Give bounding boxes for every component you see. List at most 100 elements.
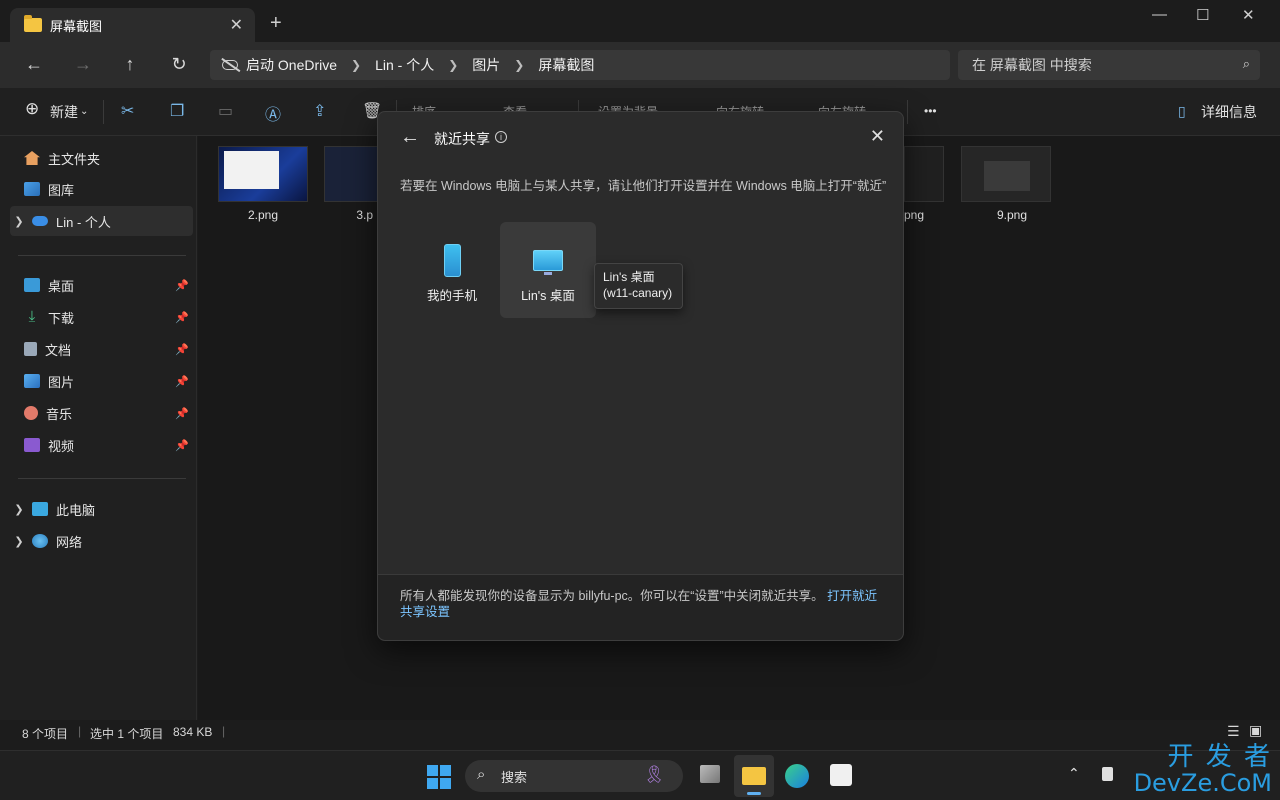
- back-arrow-icon[interactable]: ←: [400, 126, 420, 149]
- file-thumbnail[interactable]: [904, 146, 944, 202]
- sidebar-item-home[interactable]: 主文件夹: [10, 143, 193, 173]
- rename-icon[interactable]: Ⓐ: [265, 101, 281, 125]
- sidebar-item-desktop[interactable]: 桌面 📌: [10, 270, 193, 300]
- forward-button[interactable]: →: [69, 52, 97, 76]
- sidebar-item-gallery[interactable]: 图库: [10, 174, 193, 204]
- task-view-icon[interactable]: [700, 765, 720, 783]
- details-button[interactable]: 详细信息: [1201, 102, 1257, 122]
- file-name[interactable]: 2.png: [213, 208, 313, 222]
- cut-icon[interactable]: ✂: [121, 101, 134, 121]
- taskbar-search[interactable]: ⌕ 搜索 🎗: [465, 760, 683, 792]
- device-icon[interactable]: [1102, 767, 1113, 781]
- chevron-right-icon[interactable]: ❯: [10, 503, 28, 516]
- chevron-up-icon[interactable]: ⌃: [1068, 765, 1080, 782]
- file-thumbnail[interactable]: [218, 146, 308, 202]
- device-label: 我的手机: [426, 289, 477, 303]
- file-thumbnail[interactable]: [324, 146, 378, 202]
- maximize-button[interactable]: ☐: [1196, 6, 1209, 24]
- sidebar-item-pictures[interactable]: 图片 📌: [10, 366, 193, 396]
- sidebar-item-label: 音乐: [46, 406, 73, 422]
- divider: [18, 255, 186, 256]
- info-icon[interactable]: i: [495, 131, 507, 143]
- chevron-right-icon[interactable]: ❯: [10, 535, 28, 548]
- file-thumbnail[interactable]: [961, 146, 1051, 202]
- store-icon[interactable]: [830, 764, 852, 786]
- thumbnail-window: [224, 151, 279, 189]
- navigation-bar: ← → ↑ ↻ 启动 OneDrive ❯ Lin - 个人 ❯ 图片 ❯ 屏幕…: [0, 42, 1280, 88]
- sidebar-item-music[interactable]: 音乐 📌: [10, 398, 193, 428]
- tab-close-icon[interactable]: ✕: [230, 15, 243, 35]
- sidebar-item-onedrive[interactable]: ❯ Lin - 个人: [10, 206, 193, 236]
- back-button[interactable]: ←: [20, 52, 48, 76]
- selected-size: 834 KB: [173, 725, 213, 739]
- taskbar-file-explorer[interactable]: [734, 755, 774, 797]
- device-lin-desktop[interactable]: Lin's 桌面: [500, 222, 596, 318]
- file-name[interactable]: 3.p: [319, 208, 373, 222]
- chevron-right-icon[interactable]: ❯: [351, 58, 361, 72]
- pin-icon[interactable]: 📌: [175, 311, 189, 324]
- cloud-off-icon: [222, 60, 238, 70]
- sidebar-item-videos[interactable]: 视频 📌: [10, 430, 193, 460]
- sidebar-item-label: 下载: [48, 310, 75, 326]
- minimize-button[interactable]: —: [1152, 6, 1167, 23]
- edge-browser-icon[interactable]: [785, 764, 809, 788]
- details-pane-icon[interactable]: ▯: [1178, 103, 1186, 120]
- sidebar-item-downloads[interactable]: ⤓ 下载 📌: [10, 302, 193, 332]
- pin-icon[interactable]: 📌: [175, 375, 189, 388]
- device-tooltip: Lin's 桌面 (w11-canary): [594, 263, 683, 309]
- footer-text: 所有人都能发现你的设备显示为 billyfu-pc。你可以在“设置”中关闭就近共…: [400, 589, 824, 603]
- download-icon: ⤓: [28, 308, 36, 325]
- folder-icon: [742, 767, 766, 785]
- network-icon: [32, 534, 48, 548]
- new-button[interactable]: 新建: [50, 102, 78, 122]
- device-my-phone[interactable]: 我的手机: [404, 222, 500, 318]
- dialog-title: 就近共享: [434, 131, 490, 147]
- ribbon-icon: 🎗: [643, 765, 665, 784]
- copy-icon[interactable]: ❐: [170, 101, 184, 121]
- breadcrumb-onedrive[interactable]: 启动 OneDrive: [246, 55, 337, 75]
- video-icon: [24, 438, 40, 452]
- new-tab-button[interactable]: +: [270, 12, 282, 35]
- tiles-view-icon[interactable]: ▣: [1249, 722, 1262, 739]
- more-options-button[interactable]: •••: [924, 104, 937, 118]
- paste-icon[interactable]: ▭: [218, 101, 233, 121]
- new-plus-icon[interactable]: ⊕: [25, 99, 39, 119]
- nearby-share-dialog: ← 就近共享 i ✕ 若要在 Windows 电脑上与某人共享，请让他们打开设置…: [377, 111, 904, 641]
- status-bar: 8 个项目 | 选中 1 个项目 834 KB | ☰ ▣: [0, 720, 1280, 746]
- sidebar-item-label: 主文件夹: [48, 151, 101, 167]
- address-bar[interactable]: 启动 OneDrive ❯ Lin - 个人 ❯ 图片 ❯ 屏幕截图: [210, 50, 950, 80]
- file-name[interactable]: 9.png: [962, 208, 1062, 222]
- pin-icon[interactable]: 📌: [175, 439, 189, 452]
- close-icon[interactable]: ✕: [870, 126, 885, 147]
- chevron-right-icon[interactable]: ❯: [10, 215, 28, 228]
- windows-logo-tile: [440, 778, 451, 789]
- search-input[interactable]: 在 屏幕截图 中搜索 ⌕: [958, 50, 1260, 80]
- breadcrumb-screenshots[interactable]: 屏幕截图: [538, 55, 594, 75]
- tab-screenshots[interactable]: 屏幕截图 ✕: [10, 8, 255, 42]
- pictures-icon: [24, 374, 40, 388]
- tooltip-line: Lin's 桌面: [603, 270, 655, 284]
- sidebar-item-network[interactable]: ❯ 网络: [10, 526, 193, 556]
- watermark-logo: 开 发 者 DevZe.CoM: [1134, 744, 1272, 796]
- details-view-icon[interactable]: ☰: [1227, 723, 1240, 740]
- pin-icon[interactable]: 📌: [175, 279, 189, 292]
- refresh-button[interactable]: ↻: [165, 52, 193, 76]
- sidebar-item-documents[interactable]: 文档 📌: [10, 334, 193, 364]
- breadcrumb-lin[interactable]: Lin - 个人: [375, 55, 434, 75]
- breadcrumb-pictures[interactable]: 图片: [472, 55, 500, 75]
- pin-icon[interactable]: 📌: [175, 343, 189, 356]
- search-icon: ⌕: [1242, 56, 1250, 71]
- share-icon[interactable]: ⇪: [313, 101, 326, 121]
- up-button[interactable]: ↑: [116, 52, 144, 76]
- pin-icon[interactable]: 📌: [175, 407, 189, 420]
- sidebar-item-this-pc[interactable]: ❯ 此电脑: [10, 494, 193, 524]
- title-bar: 屏幕截图 ✕ + — ☐ ✕: [0, 0, 1280, 46]
- sidebar-item-label: 此电脑: [56, 502, 96, 518]
- dialog-footer: 所有人都能发现你的设备显示为 billyfu-pc。你可以在“设置”中关闭就近共…: [378, 574, 903, 640]
- chevron-right-icon[interactable]: ❯: [448, 58, 458, 72]
- chevron-down-icon[interactable]: ⌄: [80, 106, 88, 117]
- chevron-right-icon[interactable]: ❯: [514, 58, 524, 72]
- close-window-button[interactable]: ✕: [1242, 6, 1255, 24]
- start-button[interactable]: [427, 765, 451, 789]
- selected-count: 选中 1 个项目: [90, 727, 164, 741]
